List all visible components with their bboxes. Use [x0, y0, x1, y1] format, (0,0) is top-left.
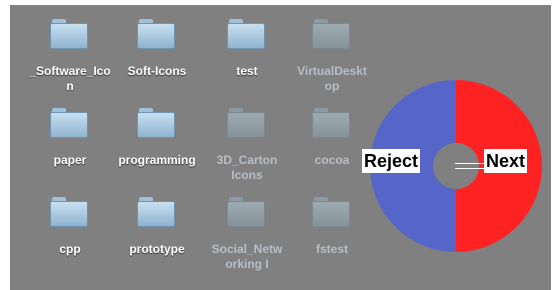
folder-item-soft-icons[interactable]: Soft-Icons: [109, 5, 205, 85]
folder-icon: [50, 19, 88, 49]
folder-icon: [137, 108, 175, 138]
folder-label: test: [236, 64, 258, 78]
folder-label: cpp: [59, 242, 81, 256]
folder-label: Social_Networking I: [211, 242, 283, 271]
folder-label: programming: [118, 153, 196, 167]
folder-item-paper[interactable]: paper: [22, 94, 118, 174]
folder-item-programming[interactable]: programming: [109, 94, 205, 174]
folder-item-virtualdesktop[interactable]: VirtualDesktop: [284, 5, 380, 93]
folder-item-prototype[interactable]: prototype: [109, 183, 205, 263]
reject-option[interactable]: Reject: [362, 149, 421, 173]
folder-item-fstest[interactable]: fstest: [284, 183, 380, 263]
folder-item-test[interactable]: test: [199, 5, 295, 85]
folder-label: _Software_Icon: [29, 64, 111, 93]
folder-icon: [227, 197, 265, 227]
folder-icon: [312, 108, 350, 138]
folder-label: prototype: [129, 242, 185, 256]
folder-icon: [50, 108, 88, 138]
folder-icon: [137, 19, 175, 49]
folder-icon: [227, 19, 265, 49]
folder-icon: [50, 197, 88, 227]
folder-label: VirtualDesktop: [297, 64, 367, 93]
folder-item-software-icon[interactable]: _Software_Icon: [22, 5, 118, 93]
folder-icon: [227, 108, 265, 138]
folder-label: 3D_Carton Icons: [216, 153, 278, 182]
folder-icon: [312, 19, 350, 49]
next-option[interactable]: Next: [484, 149, 528, 173]
pie-menu-pointer: [455, 163, 487, 169]
folder-item-social-networking[interactable]: Social_Networking I: [199, 183, 295, 271]
folder-item-3d-carton-icons[interactable]: 3D_Carton Icons: [199, 94, 295, 182]
folder-icon: [137, 197, 175, 227]
folder-label: paper: [53, 153, 87, 167]
folder-label: fstest: [315, 242, 348, 256]
folder-label: Soft-Icons: [127, 64, 187, 78]
folder-item-cpp[interactable]: cpp: [22, 183, 118, 263]
folder-icon: [312, 197, 350, 227]
